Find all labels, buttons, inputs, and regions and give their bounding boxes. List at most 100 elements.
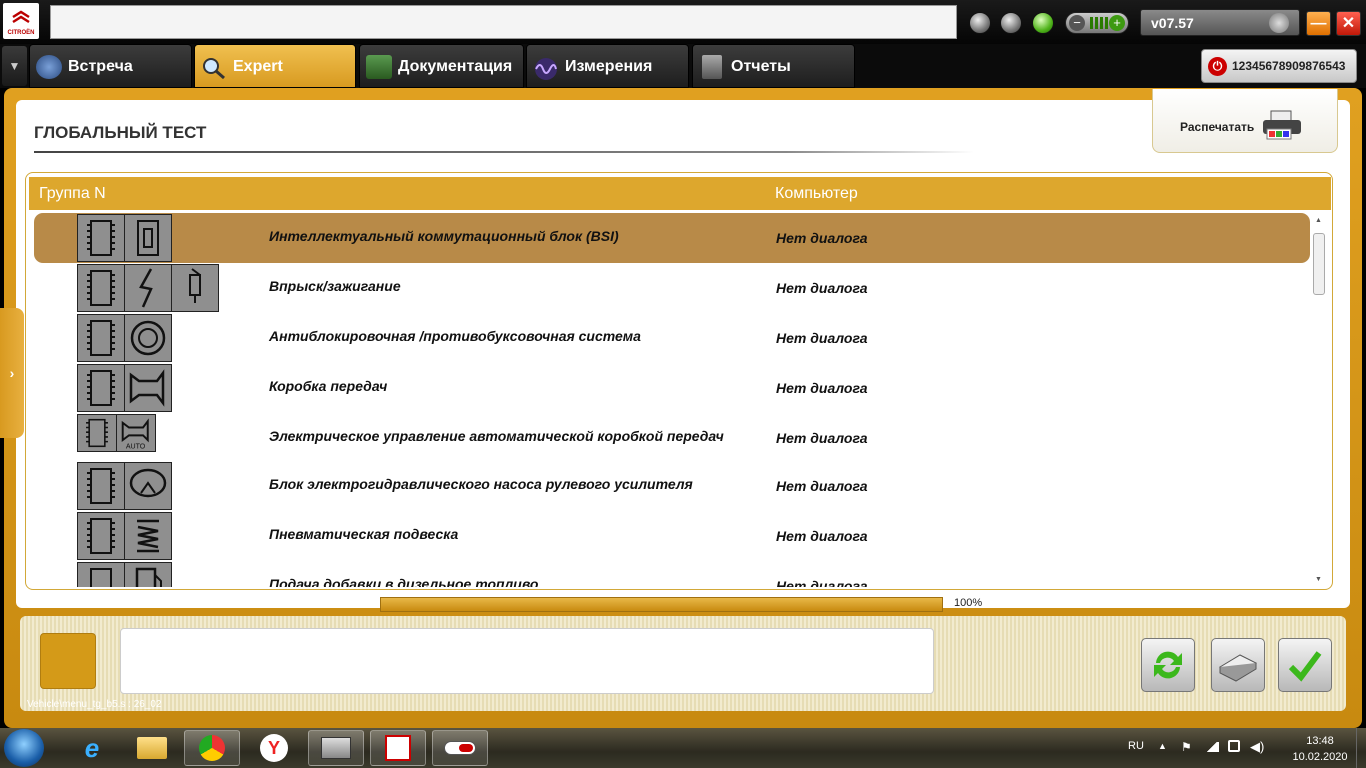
minus-icon[interactable]: − [1069, 15, 1085, 31]
row-status: Нет диалога [776, 430, 868, 446]
show-desktop-button[interactable] [1356, 728, 1366, 768]
meeting-icon [36, 55, 62, 79]
title-divider [34, 151, 974, 153]
address-field[interactable] [50, 5, 957, 39]
download-icon[interactable] [969, 12, 991, 34]
top-bar: CITROËN − + v07.57 — ✕ [0, 0, 1366, 44]
table-row[interactable]: Коробка передач Нет диалога [26, 363, 1311, 413]
row-name: Интеллектуальный коммутационный блок (BS… [269, 228, 619, 244]
folder-icon[interactable] [124, 730, 180, 766]
table-row[interactable]: Интеллектуальный коммутационный блок (BS… [34, 213, 1310, 263]
clock-time: 13:48 [1306, 735, 1334, 747]
chip-icon [77, 214, 125, 262]
chip-icon [77, 364, 125, 412]
chip-icon [77, 314, 125, 362]
column-header-group: Группа N [39, 185, 106, 202]
table-row[interactable]: AUTO Электрическое управление автоматиче… [26, 413, 1311, 463]
tab-expert[interactable]: Expert [194, 44, 356, 88]
tab-documentation[interactable]: Документация [359, 44, 524, 88]
row-status: Нет диалога [776, 528, 868, 544]
version-display: v07.57 [1140, 9, 1300, 36]
scroll-thumb[interactable] [1313, 233, 1325, 295]
page-title: ГЛОБАЛЬНЫЙ ТЕСТ [34, 123, 207, 142]
table-row[interactable]: Подача добавки в дизельное топливо Нет д… [26, 561, 1311, 587]
speaker-icon[interactable]: ◀) [1250, 739, 1264, 755]
serial-display[interactable]: ⏻ 12345678909876543 [1201, 49, 1357, 83]
diagbox-icon[interactable] [370, 730, 426, 766]
fuse-icon [124, 214, 172, 262]
tab-vstrecha[interactable]: Встреча [29, 44, 192, 88]
scroll-up-icon[interactable]: ▲ [1315, 217, 1322, 224]
chevron-up-icon[interactable]: ▲ [1158, 741, 1167, 751]
progress-fill [381, 598, 942, 611]
book-icon [366, 55, 392, 79]
suspension-icon [124, 512, 172, 560]
chrome-icon[interactable] [184, 730, 240, 766]
tab-reports[interactable]: Отчеты [692, 44, 855, 88]
flag-icon[interactable]: ⚑ [1181, 740, 1192, 754]
table-scrollbar[interactable]: ▲ ▼ [1313, 215, 1325, 585]
loading-icon [1269, 13, 1289, 33]
report-icon [702, 55, 722, 79]
clock-date: 10.02.2020 [1292, 751, 1348, 763]
table-row[interactable]: Антиблокировочная /противобуксовочная си… [26, 313, 1311, 363]
chevron-down-icon[interactable]: ▼ [2, 46, 27, 86]
computer-app-icon[interactable] [308, 730, 364, 766]
chip-icon [77, 462, 125, 510]
yandex-icon[interactable]: Y [246, 730, 302, 766]
scroll-down-icon[interactable]: ▼ [1315, 576, 1322, 583]
print-label: Распечатать [1180, 120, 1255, 134]
tab-label: Expert [233, 58, 283, 75]
clock[interactable]: 13:48 10.02.2020 [1290, 733, 1350, 765]
at-icon[interactable] [1032, 12, 1054, 34]
checkmark-icon [1288, 651, 1322, 682]
abs-icon [124, 314, 172, 362]
refresh-icon [1154, 651, 1182, 679]
row-status: Нет диалога [776, 578, 868, 587]
print-report-button[interactable] [1211, 638, 1265, 692]
language-indicator[interactable]: RU [1128, 740, 1144, 752]
steering-icon [124, 462, 172, 510]
confirm-button[interactable] [1278, 638, 1332, 692]
print-button[interactable]: Распечатать [1152, 89, 1338, 153]
injector-icon [171, 264, 219, 312]
row-status: Нет диалога [776, 330, 868, 346]
script-path: Vehicle\menu_tg_b5.s : 26_02 [27, 699, 162, 710]
plus-icon[interactable]: + [1109, 15, 1125, 31]
ie-icon[interactable]: e [64, 730, 120, 766]
row-name: Блок электрогидравлического насоса рулев… [269, 476, 693, 492]
auto-gearbox-icon: AUTO [116, 414, 156, 452]
volume-control[interactable]: − + [1065, 12, 1129, 34]
lightning-icon [124, 264, 172, 312]
svg-text:AUTO: AUTO [126, 444, 146, 451]
table-row[interactable]: Впрыск/зажигание Нет диалога [26, 263, 1311, 313]
tab-label: Документация [398, 58, 513, 75]
row-status: Нет диалога [776, 280, 868, 296]
status-indicator [40, 633, 96, 689]
table-body: Интеллектуальный коммутационный блок (BS… [26, 213, 1311, 587]
column-header-computer: Компьютер [775, 185, 858, 202]
table-row[interactable]: Пневматическая подвеска Нет диалога [26, 511, 1311, 561]
tab-measurements[interactable]: Измерения [526, 44, 689, 88]
refresh-button[interactable] [1141, 638, 1195, 692]
network-icon[interactable] [1205, 742, 1219, 752]
row-name: Пневматическая подвеска [269, 526, 459, 542]
progress-label: 100% [954, 597, 983, 609]
table-row[interactable]: Блок электрогидравлического насоса рулев… [26, 461, 1311, 511]
power-icon: ⏻ [1208, 57, 1227, 76]
chip-icon [77, 512, 125, 560]
start-button[interactable] [4, 729, 44, 767]
chip-icon [77, 562, 125, 587]
minimize-button[interactable]: — [1306, 11, 1331, 36]
chip-icon [77, 264, 125, 312]
row-name: Подача добавки в дизельное топливо [269, 576, 539, 587]
progress-bar [380, 597, 943, 612]
user-icon[interactable] [1000, 12, 1022, 34]
toggle-app-icon[interactable] [432, 730, 488, 766]
logo-text: CITROËN [7, 30, 35, 36]
row-status: Нет диалога [776, 380, 868, 396]
side-panel-toggle[interactable]: › [0, 308, 24, 438]
table-header: Группа N Компьютер [29, 177, 1331, 210]
close-button[interactable]: ✕ [1336, 11, 1361, 36]
device-icon[interactable] [1228, 740, 1240, 752]
